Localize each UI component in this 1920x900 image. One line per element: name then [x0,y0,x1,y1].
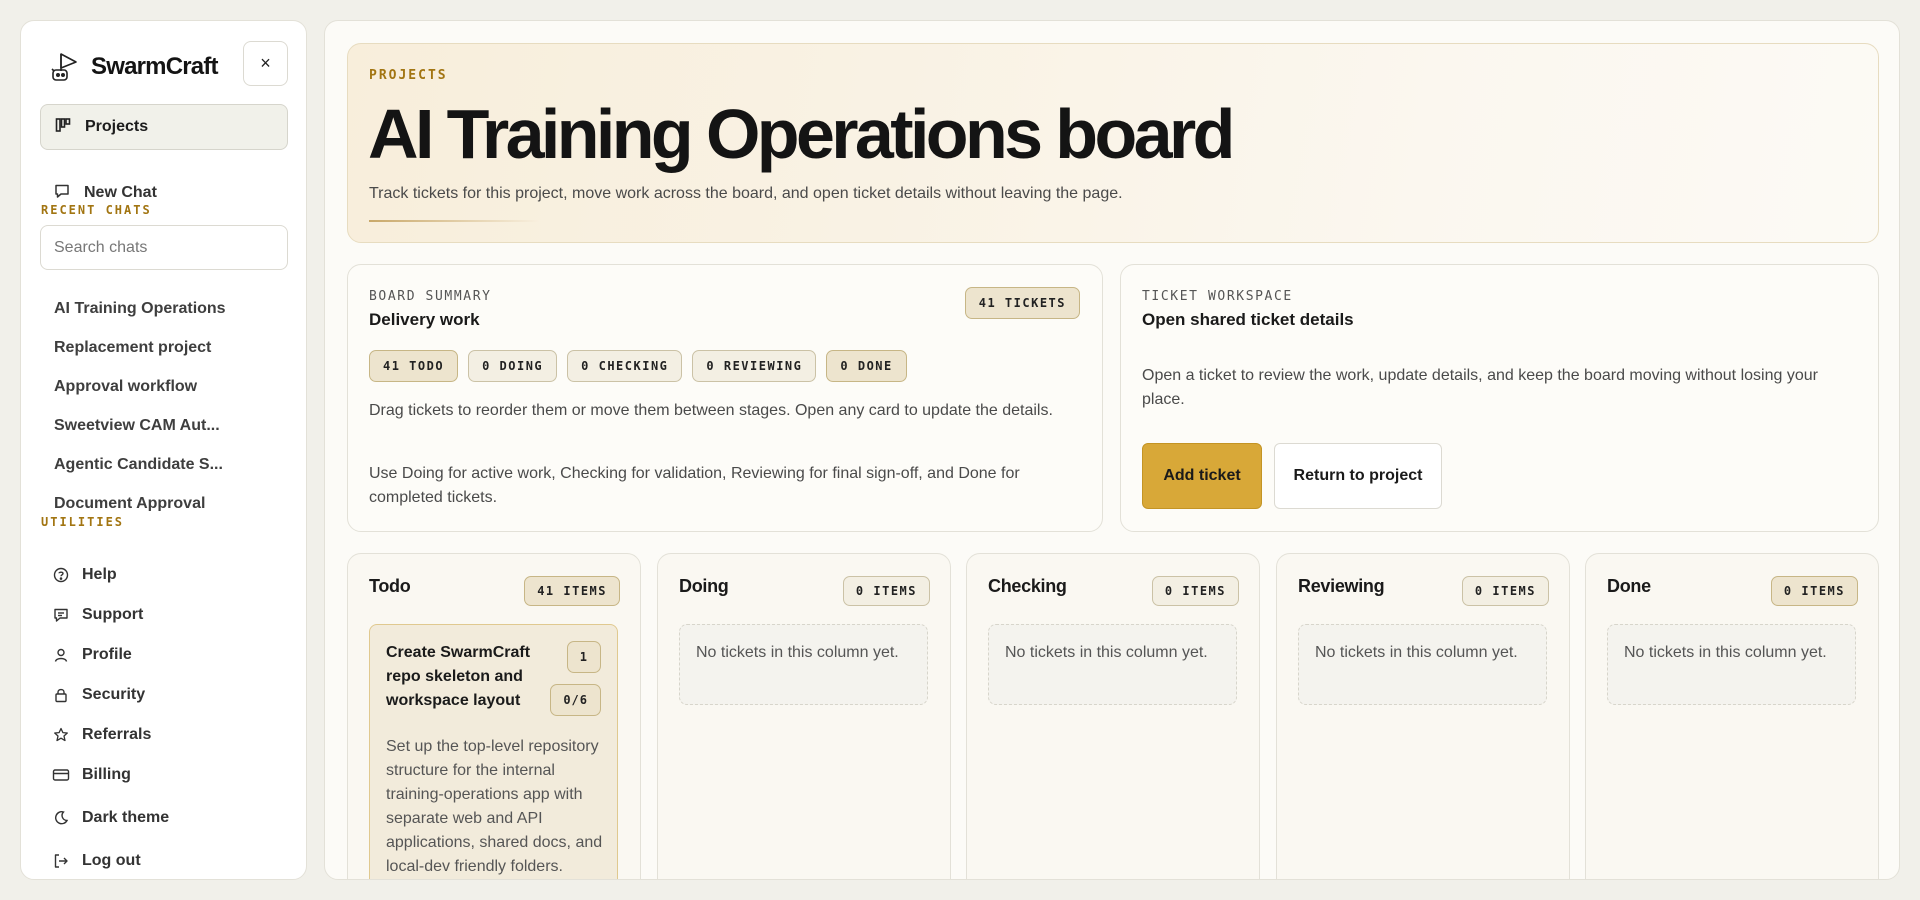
recent-chat-item[interactable]: Document Approval [40,484,288,512]
column-title: Checking [988,576,1067,596]
lock-icon [52,686,70,704]
summary-stage-guide: Use Doing for active work, Checking for … [369,465,1020,506]
moon-icon [52,809,70,827]
nav-projects-label: Projects [85,118,149,135]
ticket-card[interactable]: Create SwarmCraft repo skeleton and work… [369,624,618,879]
chat-bubble-icon [52,606,70,624]
status-badge-doing: 0 DOING [468,350,558,382]
close-sidebar-button[interactable]: × [243,41,288,86]
status-badge-reviewing: 0 REVIEWING [692,350,817,382]
column-reviewing: Reviewing 0 ITEMS No tickets in this col… [1276,553,1570,879]
search-chats-input[interactable] [40,225,288,270]
nav-projects[interactable]: Projects [40,104,288,150]
workspace-title: Open shared ticket details [1142,310,1354,329]
recent-chats-label: RECENT CHATS [41,203,152,217]
hero-kicker: PROJECTS [369,68,448,83]
recent-chat-item[interactable]: Agentic Candidate S... [40,445,288,484]
recent-chat-item[interactable]: Approval workflow [40,367,288,406]
ticket-workspace-panel: TICKET WORKSPACE Open shared ticket deta… [1120,264,1879,532]
utility-label: Support [82,606,144,623]
utility-dark-theme[interactable]: Dark theme [40,798,288,838]
utility-label: Billing [82,766,131,783]
nav-new-chat-label: New Chat [84,184,157,201]
tickets-count-badge: 41 TICKETS [964,287,1080,319]
column-title: Reviewing [1298,576,1385,596]
ticket-number-badge: 1 [566,641,601,673]
kanban-icon [55,117,71,138]
status-badges: 41 TODO 0 DOING 0 CHECKING 0 REVIEWING 0… [369,350,907,382]
column-count-badge: 0 ITEMS [1151,576,1239,606]
logout-icon [52,852,70,870]
help-circle-icon [52,566,70,584]
hero-banner: PROJECTS AI Training Operations board Tr… [347,43,1879,243]
utility-label: Profile [82,646,132,663]
utility-support[interactable]: Support [40,595,288,635]
ticket-progress-badge: 0/6 [550,684,601,716]
brand[interactable]: SwarmCraft [47,41,219,93]
app-name: SwarmCraft [91,53,219,80]
workspace-description: Open a ticket to review the work, update… [1142,367,1818,408]
user-icon [52,646,70,664]
workspace-kicker: TICKET WORKSPACE [1142,289,1293,304]
chat-bubble-icon [54,183,70,204]
column-checking: Checking 0 ITEMS No tickets in this colu… [966,553,1260,879]
sidebar: SwarmCraft × Projects New Chat RECENT CH… [20,20,307,880]
add-ticket-button[interactable]: Add ticket [1142,443,1262,509]
column-todo: Todo 41 ITEMS Create SwarmCraft repo ske… [347,553,641,879]
utility-billing[interactable]: Billing [40,755,288,795]
column-doing: Doing 0 ITEMS No tickets in this column … [657,553,951,879]
empty-column-message: No tickets in this column yet. [988,624,1237,705]
credit-card-icon [52,766,70,784]
utility-help[interactable]: Help [40,555,288,595]
status-badge-checking: 0 CHECKING [567,350,683,382]
utility-label: Referrals [82,726,152,743]
empty-column-message: No tickets in this column yet. [679,624,928,705]
utility-security[interactable]: Security [40,675,288,715]
utility-label: Security [82,686,146,703]
swarmcraft-logo-icon [47,50,81,84]
summary-kicker: BOARD SUMMARY [369,289,492,304]
board-summary-panel: BOARD SUMMARY Delivery work 41 TICKETS 4… [347,264,1103,532]
utilities-label: UTILITIES [41,515,125,529]
return-to-project-button[interactable]: Return to project [1274,443,1442,509]
page-title: AI Training Operations board [368,95,1235,173]
recent-chat-item[interactable]: Replacement project [40,328,288,367]
column-count-badge: 0 ITEMS [842,576,930,606]
utility-log-out[interactable]: Log out [40,841,288,879]
recent-chats-list: AI Training Operations Replacement proje… [40,289,288,512]
recent-chat-item[interactable]: Sweetview CAM Aut... [40,406,288,445]
summary-title: Delivery work [369,310,480,329]
summary-instructions: Drag tickets to reorder them or move the… [369,402,1053,419]
ticket-title: Create SwarmCraft repo skeleton and work… [386,644,531,709]
column-title: Done [1607,576,1651,596]
ticket-description: Set up the top-level repository structur… [386,738,603,875]
column-count-badge: 41 ITEMS [524,576,620,606]
empty-column-message: No tickets in this column yet. [1298,624,1547,705]
empty-column-message: No tickets in this column yet. [1607,624,1856,705]
column-title: Doing [679,576,729,596]
utility-label: Help [82,566,117,583]
column-done: Done 0 ITEMS No tickets in this column y… [1585,553,1879,879]
column-count-badge: 0 ITEMS [1770,576,1858,606]
column-count-badge: 0 ITEMS [1461,576,1549,606]
utility-profile[interactable]: Profile [40,635,288,675]
utilities-list: Help Support Profile Security Referrals [40,555,288,879]
utility-referrals[interactable]: Referrals [40,715,288,755]
star-icon [52,726,70,744]
main-content: PROJECTS AI Training Operations board Tr… [324,20,1900,880]
recent-chat-item[interactable]: AI Training Operations [40,289,288,328]
status-badge-done: 0 DONE [826,350,907,382]
page-description: Track tickets for this project, move wor… [369,185,1123,202]
utility-label: Dark theme [82,809,170,826]
column-title: Todo [369,576,411,596]
status-badge-todo: 41 TODO [369,350,459,382]
utility-label: Log out [82,852,141,869]
hero-divider [369,220,539,222]
